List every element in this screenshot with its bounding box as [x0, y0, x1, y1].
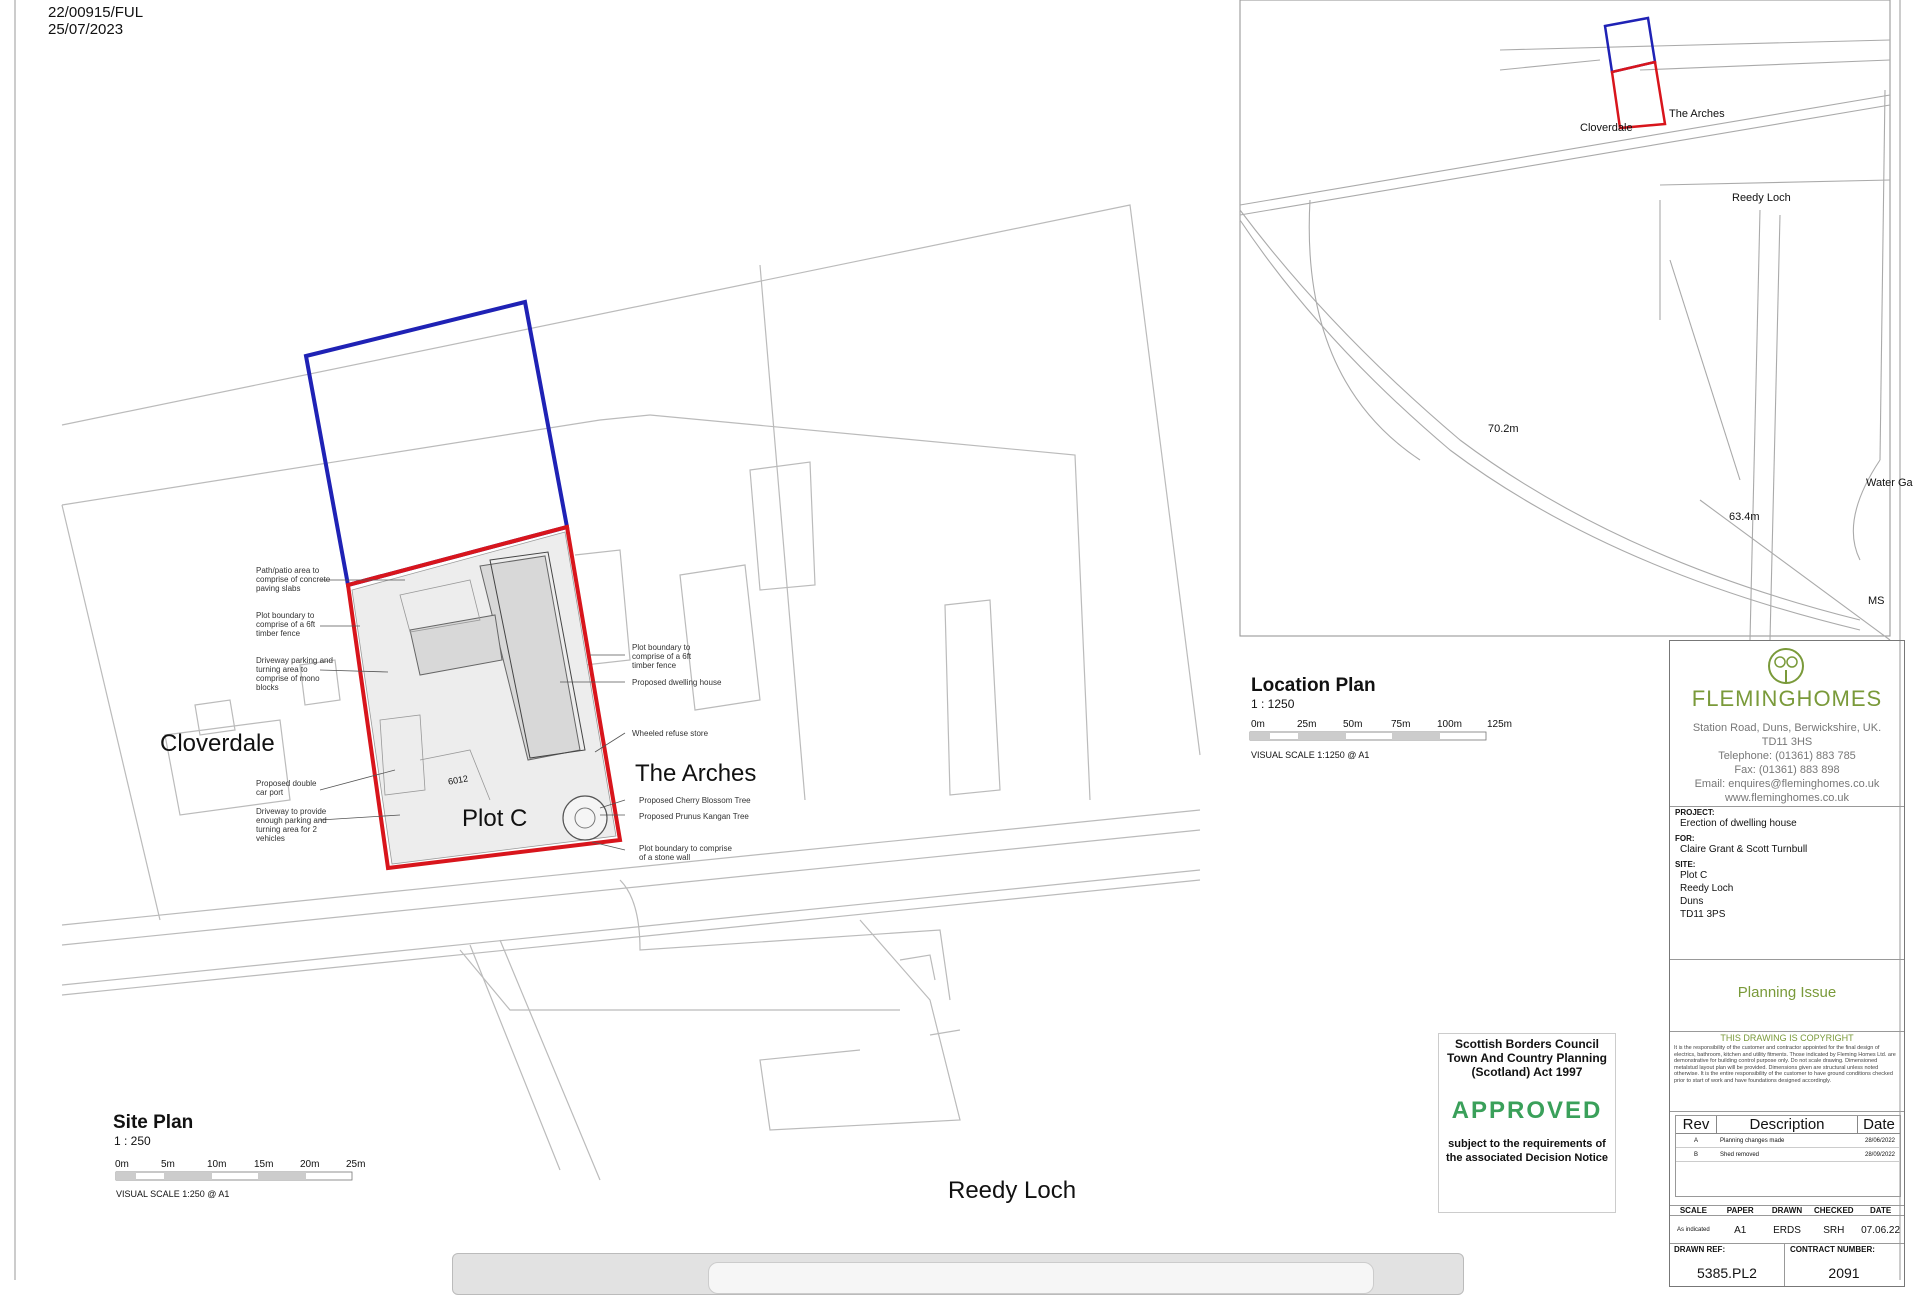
revision-row: A Planning changes made 28/06/2022: [1676, 1134, 1900, 1148]
site-map-linework: [61, 204, 1201, 1181]
site-plan-title: Site Plan: [113, 1112, 194, 1133]
location-plan-scale: 1 : 1250: [1251, 697, 1295, 711]
viewer-toolbar-inner[interactable]: [708, 1262, 1374, 1294]
annotation-cherry-tree: Proposed Cherry Blossom Tree: [639, 796, 751, 805]
approval-status: APPROVED: [1451, 1097, 1603, 1124]
project-section: PROJECT: Erection of dwelling house FOR:…: [1675, 808, 1808, 920]
drawn-ref-label: DRAWN REF:: [1674, 1245, 1726, 1254]
site-value: Plot C Reedy Loch Duns TD11 3PS: [1680, 870, 1734, 920]
location-red-boundary: [1610, 60, 1667, 130]
annotation-driveway: Driveway parking and turning area to com…: [256, 656, 333, 692]
client-value: Claire Grant & Scott Turnbull: [1680, 844, 1808, 855]
approval-authority: Scottish Borders Council Town And Countr…: [1447, 1037, 1607, 1079]
loc-label-level-2: 63.4m: [1729, 511, 1760, 523]
location-plan-title: Location Plan: [1251, 675, 1376, 696]
location-plan-linework: [1239, 0, 1891, 641]
annotation-path-patio: Path/patio area to comprise of concrete …: [256, 566, 331, 593]
location-visual-scale: VISUAL SCALE 1:1250 @ A1: [1251, 750, 1370, 760]
reference-date: 25/07/2023: [48, 21, 124, 38]
info-values: As indicated A1 ERDS SRH 07.06.22: [1677, 1224, 1901, 1236]
annotation-dwelling-house: Proposed dwelling house: [632, 678, 722, 687]
loc-label-reedy-loch: Reedy Loch: [1732, 192, 1791, 204]
site-scale-bar: [115, 1171, 353, 1181]
annotation-driveway-parking: Driveway to provide enough parking and t…: [256, 807, 327, 843]
tree-symbol: [562, 795, 608, 841]
reference-block: 22/00915/FUL 25/07/2023: [48, 4, 143, 38]
loc-label-water: Water Ga: [1866, 477, 1913, 489]
annotation-plot-boundary-right: Plot boundary to comprise of a 6ft timbe…: [632, 643, 692, 670]
loc-label-level-1: 70.2m: [1488, 423, 1519, 435]
approval-condition: subject to the requirements of the assoc…: [1446, 1138, 1608, 1164]
approval-stamp: Scottish Borders Council Town And Countr…: [1438, 1033, 1616, 1213]
annotation-plot-boundary-left: Plot boundary to comprise of a 6ft timbe…: [256, 611, 316, 638]
rev-header-rev: Rev: [1682, 1116, 1710, 1133]
contract-label: CONTRACT NUMBER:: [1790, 1245, 1875, 1254]
project-value: Erection of dwelling house: [1680, 818, 1797, 829]
label-plot-c: Plot C: [462, 805, 528, 832]
drawn-ref-value: 5385.PL2: [1697, 1265, 1757, 1281]
label-reedy-loch: Reedy Loch: [948, 1177, 1077, 1204]
revision-table: Rev Description Date A Planning changes …: [1675, 1115, 1901, 1197]
issue-status: Planning Issue: [1737, 984, 1837, 1001]
annotation-car-port: Proposed double car port: [256, 779, 317, 797]
loc-label-the-arches: The Arches: [1669, 108, 1725, 120]
loc-label-cloverdale: Cloverdale: [1580, 122, 1633, 134]
annotation-refuse-store: Wheeled refuse store: [632, 729, 709, 738]
title-block: FLEMINGHOMES Station Road, Duns, Berwick…: [1669, 640, 1905, 1287]
location-scale-bar: [1249, 731, 1487, 741]
site-visual-scale: VISUAL SCALE 1:250 @ A1: [116, 1189, 230, 1199]
drawing-canvas: [14, 0, 1901, 1280]
company-address: Station Road, Duns, Berwickshire, UK. TD…: [1692, 722, 1882, 804]
rev-header-date: Date: [1857, 1116, 1900, 1133]
reference-number: 22/00915/FUL: [48, 4, 144, 21]
annotation-stone-wall: Plot boundary to comprise of a stone wal…: [639, 844, 732, 862]
revision-row: B Shed removed 28/09/2022: [1676, 1148, 1900, 1162]
label-the-arches: The Arches: [635, 760, 757, 787]
contract-value: 2091: [1828, 1265, 1860, 1281]
loc-label-ms: MS: [1868, 595, 1885, 607]
annotation-prunus-tree: Proposed Prunus Kangan Tree: [639, 812, 749, 821]
info-headers: SCALE PAPER DRAWN CHECKED DATE: [1670, 1205, 1904, 1216]
rev-header-description: Description: [1716, 1116, 1857, 1133]
divider: [1670, 806, 1904, 807]
site-plan-scale: 1 : 250: [114, 1134, 151, 1148]
company-name: FLEMINGHOMES: [1691, 686, 1883, 711]
copyright-text: It is the responsibility of the customer…: [1674, 1045, 1896, 1084]
copyright-title: THIS DRAWING IS COPYRIGHT: [1720, 1033, 1854, 1043]
label-cloverdale: Cloverdale: [160, 730, 275, 757]
